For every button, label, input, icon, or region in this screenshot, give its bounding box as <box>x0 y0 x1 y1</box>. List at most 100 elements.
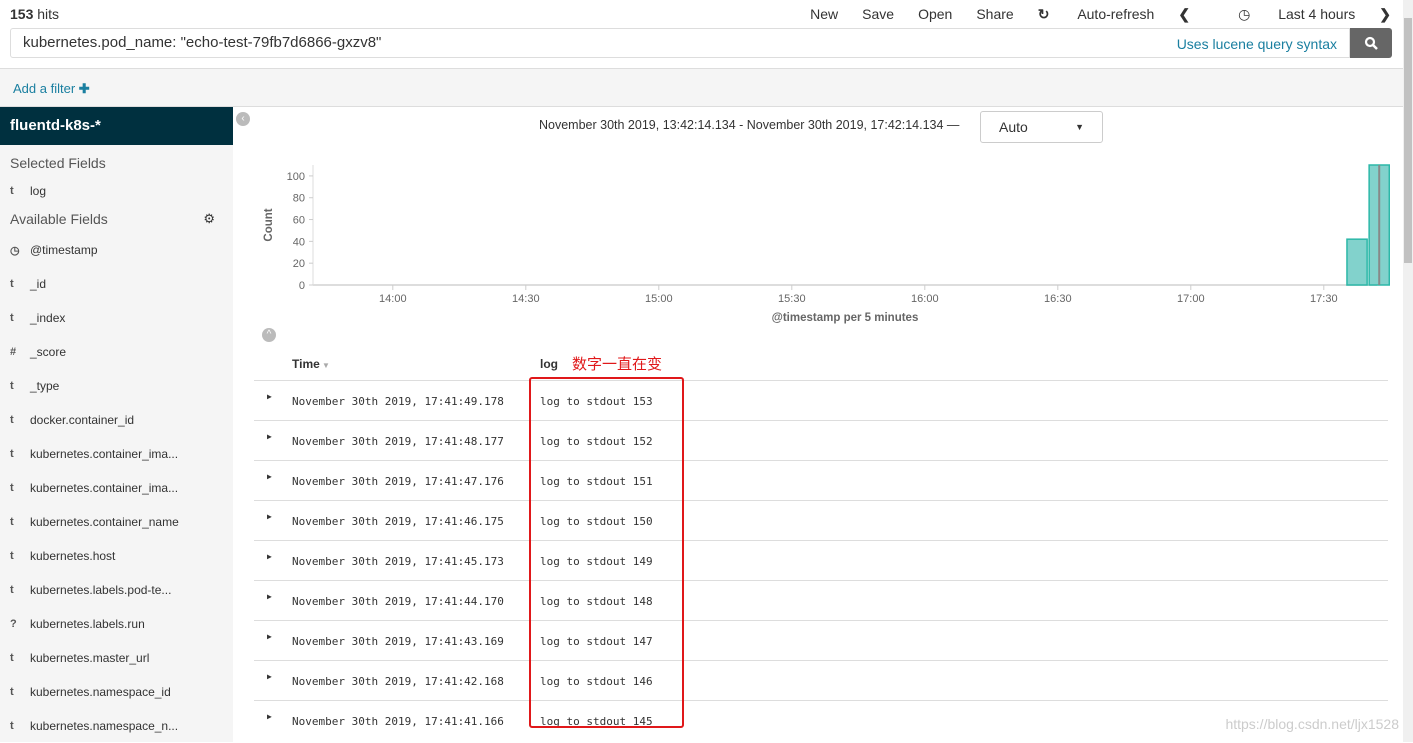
table-row: ▶ November 30th 2019, 17:41:46.175 log to … <box>254 500 1388 540</box>
field-name: kubernetes.labels.run <box>30 617 145 631</box>
field-item[interactable]: t kubernetes.master_url <box>0 641 233 675</box>
prev-time-button[interactable]: ❮ <box>1178 6 1190 23</box>
sort-icon[interactable]: ▼ <box>320 361 330 370</box>
field-item[interactable]: t kubernetes.container_name <box>0 505 233 539</box>
field-name: _type <box>30 379 60 393</box>
chevron-left-icon: ❮ <box>1178 6 1191 22</box>
field-item[interactable]: t _index <box>0 301 233 335</box>
row-time: November 30th 2019, 17:41:42.168 <box>292 675 504 688</box>
y-tick-label: 100 <box>287 171 305 183</box>
expand-row-icon[interactable]: ▶ <box>267 472 272 481</box>
expand-row-icon[interactable]: ▶ <box>267 672 272 681</box>
table-row: ▶ November 30th 2019, 17:41:41.166 log to … <box>254 700 1388 740</box>
field-sidebar: fluentd-k8s-* Selected Fields t log Avail… <box>0 107 233 742</box>
field-item[interactable]: t _type <box>0 369 233 403</box>
row-time: November 30th 2019, 17:41:49.178 <box>292 395 504 408</box>
selected-fields-title: Selected Fields <box>10 155 106 171</box>
field-name: kubernetes.namespace_id <box>30 685 171 699</box>
field-type-icon: t <box>10 686 14 698</box>
field-type-icon: t <box>10 185 14 197</box>
filter-bar: Add a filter ✚ <box>0 68 1403 107</box>
expand-row-icon[interactable]: ▶ <box>267 512 272 521</box>
field-item[interactable]: t kubernetes.namespace_id <box>0 675 233 709</box>
field-type-icon: t <box>10 584 14 596</box>
search-button[interactable] <box>1350 28 1392 58</box>
field-item[interactable]: t kubernetes.container_ima... <box>0 437 233 471</box>
field-type-icon: t <box>10 720 14 732</box>
new-button[interactable]: New <box>810 6 838 23</box>
field-item[interactable]: # _score <box>0 335 233 369</box>
hits-count: 153 hits <box>10 6 60 22</box>
field-item[interactable]: t docker.container_id <box>0 403 233 437</box>
field-name: kubernetes.labels.pod-te... <box>30 583 172 597</box>
expand-row-icon[interactable]: ▶ <box>267 432 272 441</box>
time-picker-button[interactable]: ◷ Last 4 hours <box>1214 6 1355 23</box>
time-column-header[interactable]: Time <box>292 357 320 371</box>
open-button[interactable]: Open <box>918 6 952 23</box>
caret-down-icon: ▼ <box>1075 122 1084 132</box>
x-tick-label: 15:30 <box>778 293 806 305</box>
expand-row-icon[interactable]: ▶ <box>267 392 272 401</box>
gear-icon[interactable]: ⚙ <box>203 205 215 233</box>
row-time: November 30th 2019, 17:41:47.176 <box>292 475 504 488</box>
table-row: ▶ November 30th 2019, 17:41:45.173 log to … <box>254 540 1388 580</box>
field-item[interactable]: ◷ @timestamp <box>0 233 233 267</box>
row-time: November 30th 2019, 17:41:43.169 <box>292 635 504 648</box>
auto-refresh-button[interactable]: ↻ Auto-refresh <box>1038 6 1155 23</box>
collapse-sidebar-icon[interactable]: ‹ <box>236 112 250 126</box>
refresh-icon: ↻ <box>1037 6 1050 22</box>
row-time: November 30th 2019, 17:41:44.170 <box>292 595 504 608</box>
table-row: ▶ November 30th 2019, 17:41:47.176 log to … <box>254 460 1388 500</box>
y-axis-label: Count <box>263 208 275 241</box>
search-input[interactable]: kubernetes.pod_name: "echo-test-79fb7d68… <box>10 28 1350 58</box>
field-name: kubernetes.container_ima... <box>30 481 179 495</box>
field-item[interactable]: t kubernetes.namespace_n... <box>0 709 233 743</box>
time-range: November 30th 2019, 13:42:14.134 - Novem… <box>539 118 960 132</box>
expand-row-icon[interactable]: ▶ <box>267 552 272 561</box>
field-type-icon: t <box>10 278 14 290</box>
x-tick-label: 16:30 <box>1044 293 1072 305</box>
x-tick-label: 14:30 <box>512 293 540 305</box>
plus-icon: ✚ <box>78 81 90 96</box>
field-name: kubernetes.container_ima... <box>30 447 179 461</box>
x-tick-label: 15:00 <box>645 293 673 305</box>
x-tick-label: 17:00 <box>1177 293 1205 305</box>
index-pattern[interactable]: fluentd-k8s-* <box>0 107 233 145</box>
log-column-header[interactable]: log <box>540 357 558 371</box>
top-nav: New Save Open Share ↻ Auto-refresh ❮ ◷ L… <box>786 6 1391 23</box>
y-tick-label: 20 <box>293 258 305 270</box>
field-item[interactable]: t kubernetes.labels.pod-te... <box>0 573 233 607</box>
table-row: ▶ November 30th 2019, 17:41:42.168 log to … <box>254 660 1388 700</box>
field-name: kubernetes.master_url <box>30 651 150 665</box>
clock-icon: ◷ <box>10 244 20 257</box>
collapse-chart-icon[interactable]: ^ <box>262 328 276 342</box>
field-item[interactable]: t kubernetes.container_ima... <box>0 471 233 505</box>
table-row: ▶ November 30th 2019, 17:41:48.177 log to … <box>254 420 1388 460</box>
field-item[interactable]: ? kubernetes.labels.run <box>0 607 233 641</box>
field-item[interactable]: t _id <box>0 267 233 301</box>
chevron-right-icon: ❯ <box>1379 6 1391 22</box>
table-header: Time ▼ log <box>292 357 558 371</box>
field-type-icon: t <box>10 414 14 426</box>
next-time-button[interactable]: ❯ <box>1379 6 1391 23</box>
lucene-syntax-link[interactable]: Uses lucene query syntax <box>1177 34 1337 52</box>
expand-row-icon[interactable]: ▶ <box>267 632 272 641</box>
available-fields-title: Available Fields ⚙ <box>0 205 233 233</box>
field-item[interactable]: t kubernetes.host <box>0 539 233 573</box>
field-type-icon: t <box>10 448 14 460</box>
row-time: November 30th 2019, 17:41:45.173 <box>292 555 504 568</box>
expand-row-icon[interactable]: ▶ <box>267 712 272 721</box>
y-tick-label: 40 <box>293 236 305 248</box>
save-button[interactable]: Save <box>862 6 894 23</box>
scrollbar-thumb[interactable] <box>1404 18 1412 263</box>
field-type-icon: t <box>10 550 14 562</box>
field-item[interactable]: t log <box>0 177 233 205</box>
x-axis-label: @timestamp per 5 minutes <box>772 312 919 324</box>
interval-select[interactable]: Auto ▼ <box>980 111 1103 143</box>
expand-row-icon[interactable]: ▶ <box>267 592 272 601</box>
table-row: ▶ November 30th 2019, 17:41:43.169 log to … <box>254 620 1388 660</box>
field-type-icon: t <box>10 482 14 494</box>
share-button[interactable]: Share <box>976 6 1013 23</box>
add-filter-button[interactable]: Add a filter ✚ <box>13 81 90 97</box>
field-name: _id <box>30 277 47 291</box>
